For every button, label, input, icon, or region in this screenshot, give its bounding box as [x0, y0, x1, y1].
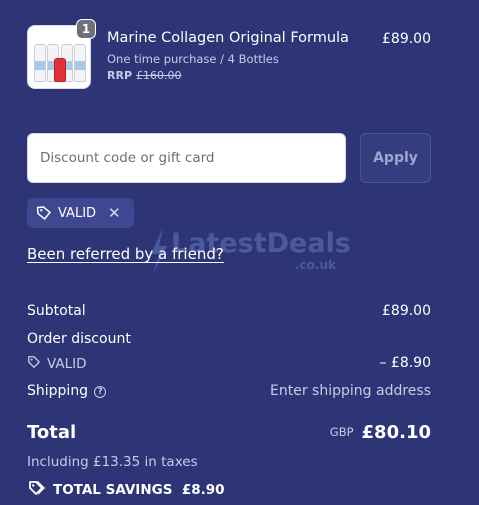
product-subtitle: One time purchase / 4 Bottles	[107, 52, 279, 66]
savings-tag-icon	[27, 480, 45, 500]
applied-discount-chip: VALID ✕	[27, 198, 134, 228]
order-discount-label: Order discount	[27, 331, 131, 347]
product-rrp: RRP £160.00	[107, 69, 182, 82]
total-amount: GBP £80.10	[330, 422, 431, 443]
discount-code: VALID	[27, 355, 87, 373]
quantity-badge: 1	[76, 19, 96, 39]
cart-line-item: 1 Marine Collagen Original Formula One t…	[27, 19, 431, 89]
rrp-price: £160.00	[136, 69, 182, 82]
discount-code-label: VALID	[47, 356, 87, 372]
rrp-label: RRP	[107, 69, 133, 82]
currency-code: GBP	[329, 425, 354, 439]
product-price: £89.00	[382, 31, 431, 47]
subtotal-value: £89.00	[382, 303, 431, 319]
taxes-note: Including £13.35 in taxes	[27, 454, 198, 470]
shipping-label: Shipping	[27, 383, 89, 399]
total-value: £80.10	[361, 422, 431, 443]
product-title: Marine Collagen Original Formula	[107, 30, 349, 46]
tag-icon	[27, 355, 41, 373]
discount-code-input[interactable]	[27, 133, 346, 183]
subtotal-label: Subtotal	[27, 303, 86, 319]
savings-text: TOTAL SAVINGS £8.90	[53, 482, 225, 498]
apply-button[interactable]: Apply	[360, 133, 431, 183]
help-icon[interactable]: ?	[94, 386, 107, 398]
referral-link[interactable]: Been referred by a friend?	[27, 245, 224, 263]
total-label: Total	[27, 422, 77, 443]
tag-icon	[36, 205, 52, 221]
discount-value: – £8.90	[379, 355, 431, 371]
total-savings: TOTAL SAVINGS £8.90	[27, 480, 225, 500]
shipping-value: Enter shipping address	[270, 383, 431, 399]
close-icon[interactable]: ✕	[108, 205, 121, 221]
applied-code-label: VALID	[58, 205, 97, 221]
shipping-label-wrap: Shipping?	[27, 383, 107, 399]
